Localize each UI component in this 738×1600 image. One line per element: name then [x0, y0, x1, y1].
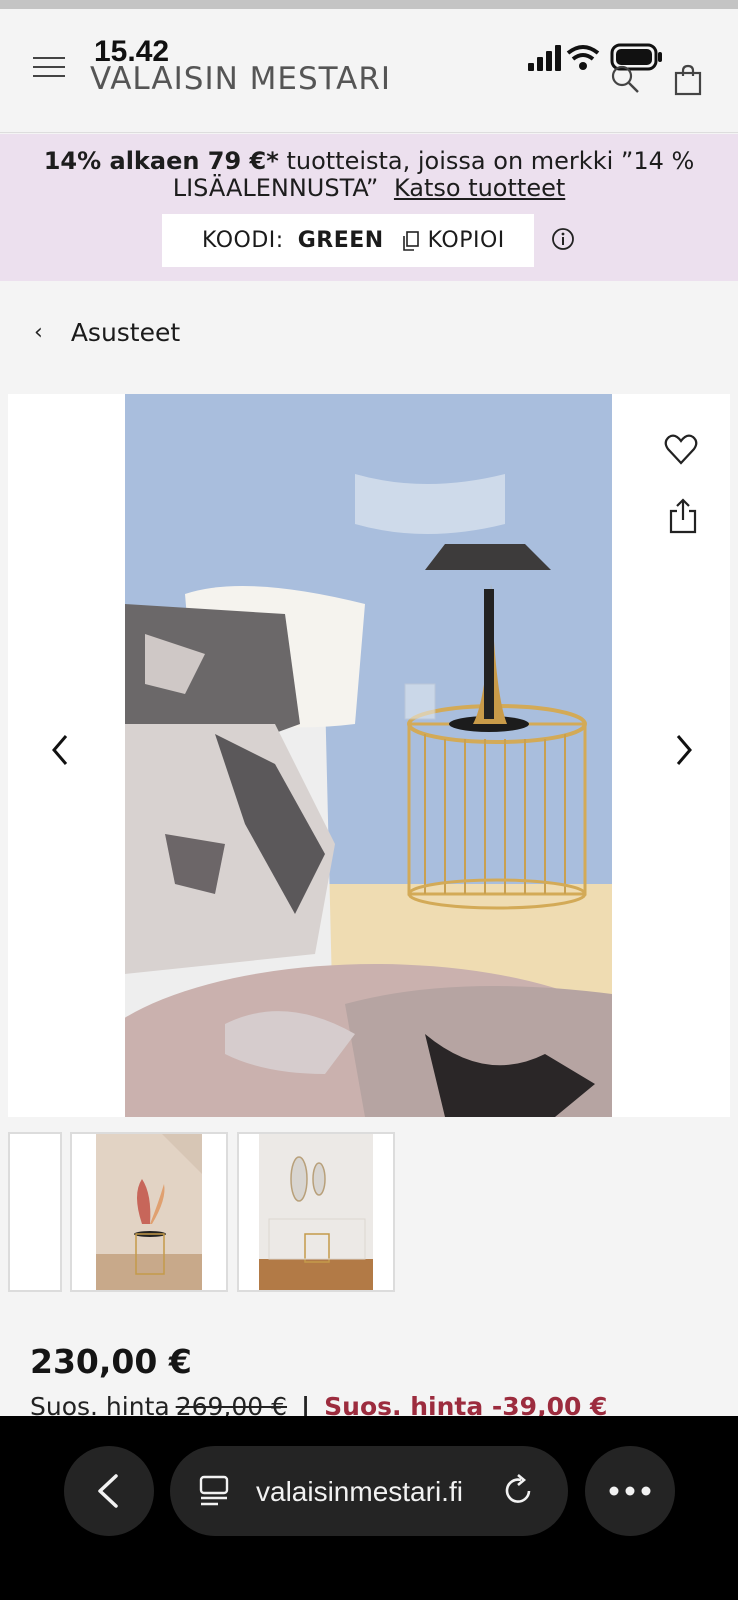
chevron-right-icon[interactable] — [670, 730, 698, 770]
wifi-icon — [566, 45, 600, 70]
heart-icon[interactable] — [664, 434, 698, 466]
ellipsis-icon — [609, 1486, 651, 1496]
browser-back-button[interactable] — [64, 1446, 154, 1536]
hamburger-icon[interactable] — [33, 57, 65, 81]
tab-overview-icon[interactable] — [198, 1473, 232, 1507]
thumbnail[interactable] — [237, 1132, 395, 1292]
promo-highlight: 14% alkaen 79 €* — [43, 147, 279, 175]
thumbnail-image — [96, 1134, 202, 1290]
status-icons — [528, 43, 662, 71]
chevron-left-icon: ‹ — [34, 319, 43, 345]
product-image[interactable] — [125, 394, 612, 1117]
top-edge — [0, 0, 738, 9]
product-price: 230,00 € — [30, 1342, 192, 1381]
info-icon[interactable] — [551, 227, 575, 251]
signal-icon — [528, 45, 561, 71]
promo-link[interactable]: Katso tuotteet — [394, 174, 565, 202]
breadcrumb-label: Asusteet — [70, 318, 181, 347]
copy-icon[interactable] — [402, 230, 420, 251]
status-time: 15.42 — [94, 35, 170, 68]
address-bar[interactable]: valaisinmestari.fi — [170, 1446, 568, 1536]
breadcrumb[interactable]: ‹ Asusteet — [34, 318, 180, 347]
promo-text: 14% alkaen 79 €* tuotteista, joissa on m… — [20, 148, 718, 202]
copy-button[interactable]: KOPIOI — [428, 228, 505, 253]
product-gallery — [8, 394, 730, 1117]
thumbnail-image — [259, 1134, 373, 1290]
thumbnail[interactable] — [70, 1132, 228, 1292]
url-text: valaisinmestari.fi — [256, 1476, 463, 1507]
code-label: KOODI: — [202, 228, 284, 253]
thumbnail[interactable] — [8, 1132, 62, 1292]
chevron-left-icon — [98, 1474, 118, 1508]
shopping-bag-icon[interactable] — [673, 64, 703, 96]
reload-icon[interactable] — [503, 1474, 535, 1508]
browser-toolbar: valaisinmestari.fi — [0, 1416, 738, 1600]
site-header: VALAISIN MESTARI 15.42 — [0, 9, 738, 133]
chevron-left-icon[interactable] — [46, 730, 74, 770]
discount-code-box[interactable]: KOODI: GREEN KOPIOI — [162, 214, 534, 267]
search-icon[interactable] — [610, 64, 640, 94]
code-value: GREEN — [297, 228, 384, 253]
share-icon[interactable] — [668, 498, 698, 534]
promo-banner: 14% alkaen 79 €* tuotteista, joissa on m… — [0, 134, 738, 281]
thumbnail-strip — [8, 1132, 738, 1292]
more-options-button[interactable] — [585, 1446, 675, 1536]
